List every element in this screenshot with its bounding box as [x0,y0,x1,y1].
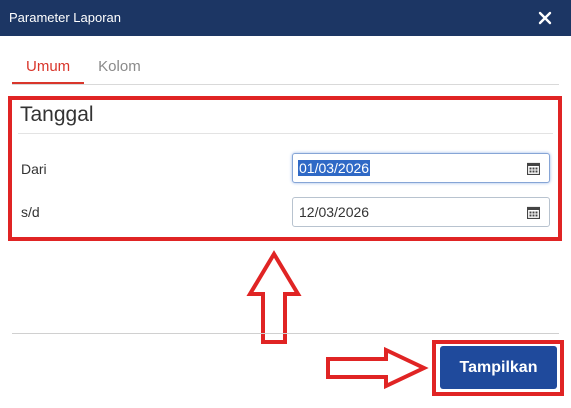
close-button[interactable] [533,6,557,30]
calendar-icon[interactable] [527,206,540,219]
footer-divider [12,333,559,334]
close-icon [538,11,552,25]
dialog-title: Parameter Laporan [9,10,122,25]
section-divider [18,133,553,134]
from-date-field[interactable]: 01/03/2026 [292,153,550,183]
annotation-arrow-right-icon [326,346,429,390]
to-date-label: s/d [21,204,40,220]
from-date-value: 01/03/2026 [298,160,371,176]
dialog-titlebar: Parameter Laporan [0,0,571,36]
tampilkan-button[interactable]: Tampilkan [440,346,557,389]
to-date-value: 12/03/2026 [299,204,370,220]
to-date-field[interactable]: 12/03/2026 [292,197,550,227]
calendar-icon[interactable] [527,162,540,175]
tab-kolom[interactable]: Kolom [84,52,155,84]
tab-umum[interactable]: Umum [12,52,85,84]
annotation-arrow-up-icon [246,250,302,344]
section-title: Tanggal [20,103,94,126]
tab-bar: Umum Kolom [12,52,155,84]
tab-divider [12,84,559,85]
from-date-label: Dari [21,161,47,177]
